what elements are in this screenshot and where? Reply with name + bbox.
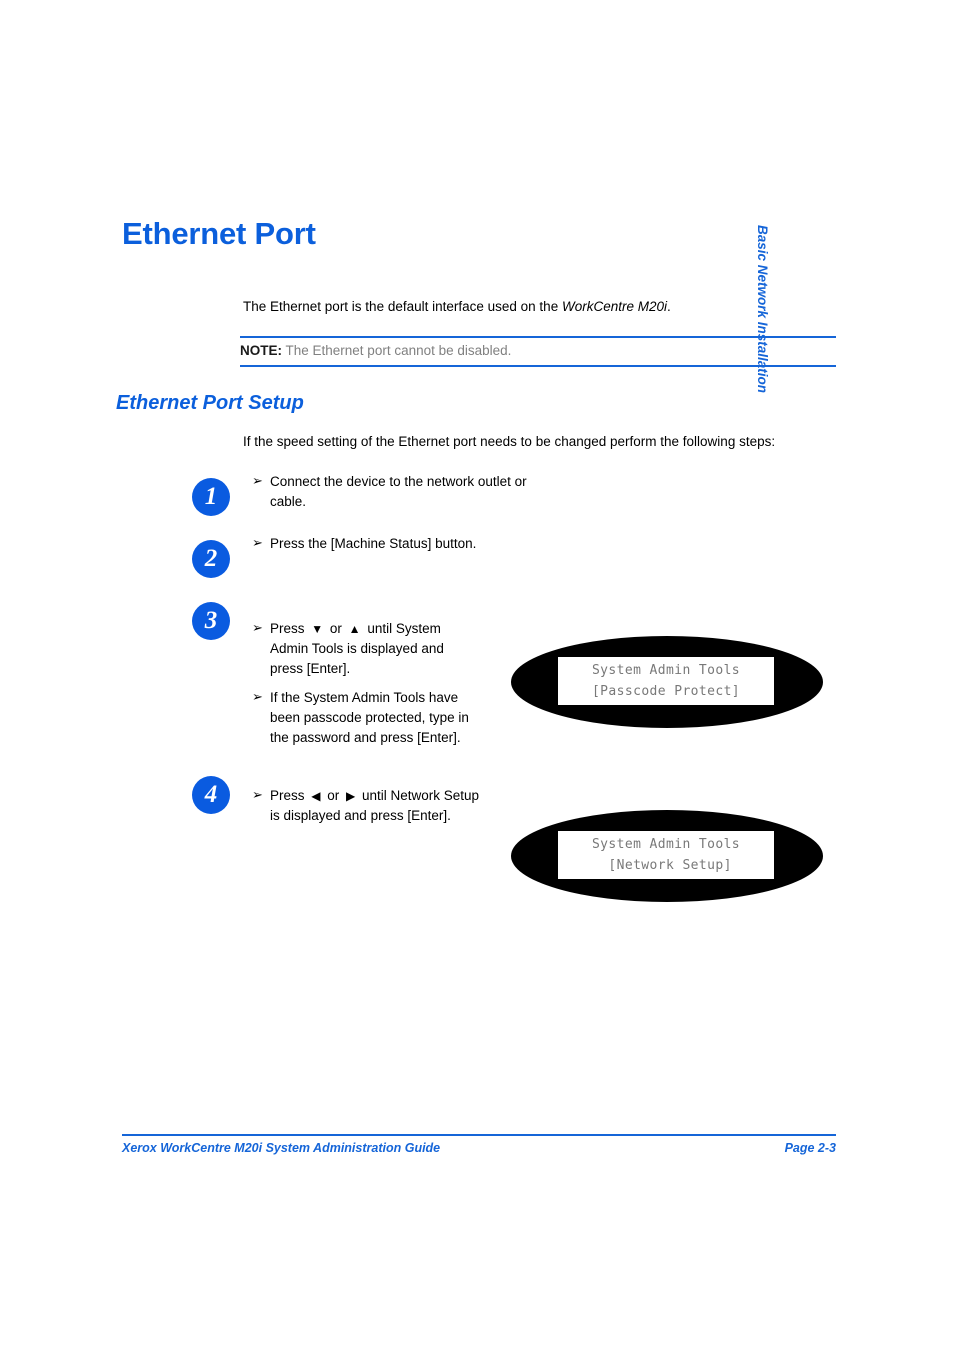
product-name: WorkCentre M20i <box>561 299 667 314</box>
step-badge-3: 3 <box>192 602 230 640</box>
bullet-label-mid: or <box>326 621 346 636</box>
bullet-item: ➢ Connect the device to the network outl… <box>252 472 552 512</box>
bullet-arrow-icon: ➢ <box>252 689 263 704</box>
left-arrow-icon: ◀ <box>311 789 321 804</box>
right-arrow-icon: ▶ <box>346 789 356 804</box>
bullet-arrow-icon: ➢ <box>252 473 263 488</box>
lcd-line-1: System Admin Tools <box>591 663 741 678</box>
bullet-item: ➢ Press ◀ or ▶ until Network Setup is di… <box>252 786 484 826</box>
note-text: The Ethernet port cannot be disabled. <box>282 343 512 358</box>
page-title: Ethernet Port <box>122 216 316 251</box>
footer-guide-title: Xerox WorkCentre M20i System Administrat… <box>122 1141 441 1155</box>
bullet-arrow-icon: ➢ <box>252 535 263 550</box>
step-text-1: ➢ Connect the device to the network outl… <box>252 472 552 512</box>
intro-text-before: The Ethernet port is the default interfa… <box>243 299 562 314</box>
bullet-arrow-icon: ➢ <box>252 787 263 802</box>
step-badge-4: 4 <box>192 776 230 814</box>
up-arrow-icon: ▲ <box>348 622 361 637</box>
bullet-label-pre: Press <box>270 788 309 803</box>
document-page: Ethernet Port The Ethernet port is the d… <box>0 0 954 1351</box>
step-text-2: ➢ Press the [Machine Status] button. <box>252 534 552 554</box>
down-arrow-icon: ▼ <box>311 622 324 637</box>
intro-text-after: . <box>666 299 671 314</box>
chapter-tab-label: Basic Network Installation <box>755 225 770 394</box>
lcd-line-2: [Network Setup] <box>600 858 732 873</box>
bullet-arrow-icon: ➢ <box>252 620 263 635</box>
page-footer: Xerox WorkCentre M20i System Administrat… <box>122 1134 836 1155</box>
step-badge-1: 1 <box>192 478 230 516</box>
footer-page-number: Page 2-3 <box>784 1141 836 1155</box>
bullet-label-pre: Press <box>270 621 309 636</box>
lcd-screen: System Admin Tools [Passcode Protect] <box>558 657 774 705</box>
note-label: NOTE: <box>240 343 282 358</box>
bullet-item: ➢ Press the [Machine Status] button. <box>252 534 552 554</box>
lcd-line-2: [Passcode Protect] <box>591 684 741 699</box>
lead-in-text: If the speed setting of the Ethernet por… <box>243 434 776 449</box>
section-heading: Ethernet Port Setup <box>116 392 304 414</box>
step-text-3: ➢ Press ▼ or ▲ until System Admin Tools … <box>252 619 480 748</box>
lcd-display-network-setup: System Admin Tools [Network Setup] <box>511 810 823 902</box>
bullet-item: ➢ If the System Admin Tools have been pa… <box>252 688 480 748</box>
lcd-line-1: System Admin Tools <box>591 837 741 852</box>
bullet-label-mid: or <box>323 788 344 803</box>
bullet-label: If the System Admin Tools have been pass… <box>270 690 469 745</box>
lcd-screen: System Admin Tools [Network Setup] <box>558 831 774 879</box>
note-callout: NOTE: The Ethernet port cannot be disabl… <box>240 336 836 367</box>
bullet-label: Connect the device to the network outlet… <box>270 474 527 509</box>
step-text-4: ➢ Press ◀ or ▶ until Network Setup is di… <box>252 786 484 826</box>
bullet-item: ➢ Press ▼ or ▲ until System Admin Tools … <box>252 619 480 679</box>
bullet-label: Press the [Machine Status] button. <box>270 536 477 551</box>
intro-paragraph: The Ethernet port is the default interfa… <box>243 298 843 315</box>
lcd-display-passcode-protect: System Admin Tools [Passcode Protect] <box>511 636 823 728</box>
step-badge-2: 2 <box>192 540 230 578</box>
